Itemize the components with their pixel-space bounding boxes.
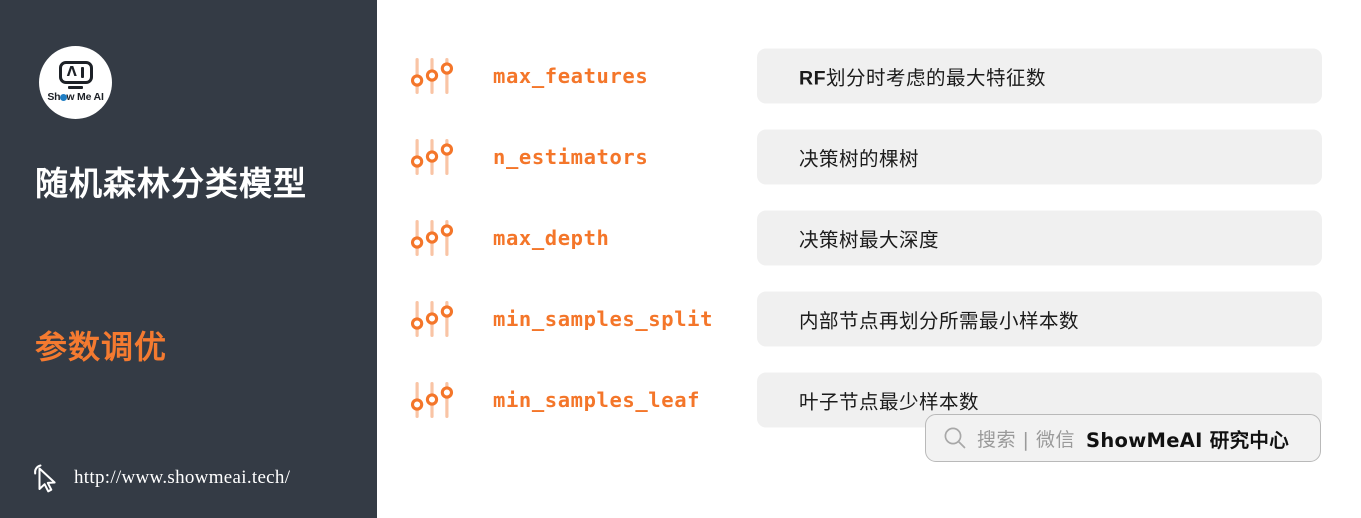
search-bar[interactable]: 搜索 | 微信 ShowMeAI 研究中心 <box>925 414 1321 462</box>
logo-brand-part2: w Me AI <box>66 91 104 104</box>
param-name: min_samples_split <box>493 307 714 331</box>
param-description-text: 决策树的棵树 <box>799 143 919 172</box>
robot-face-icon: Λ <box>58 60 93 84</box>
slide-root: Λ Sh w Me AI 随机森林分类模型 参数调优 http://www.sho… <box>0 0 1361 518</box>
sliders-icon <box>410 139 454 175</box>
logo-brand-part1: Sh <box>47 91 61 104</box>
footer: http://www.showmeai.tech/ <box>32 462 290 494</box>
sliders-icon <box>410 220 454 256</box>
logo-glyph-i <box>80 66 85 78</box>
param-description-text: 叶子节点最少样本数 <box>799 386 979 415</box>
param-description-rest: 决策树的棵树 <box>799 147 920 171</box>
param-description-rest: 叶子节点最少样本数 <box>799 390 980 414</box>
param-name: max_features <box>493 64 649 88</box>
param-description-panel: 决策树的棵树 <box>757 129 1322 185</box>
sidebar: Λ Sh w Me AI 随机森林分类模型 参数调优 http://www.sho… <box>0 0 377 518</box>
param-description-text: 决策树最大深度 <box>799 224 939 253</box>
param-description-latin: RF <box>799 67 826 90</box>
sliders-icon <box>410 58 454 94</box>
sliders-icon <box>410 301 454 337</box>
search-brand-text: ShowMeAI 研究中心 <box>1085 428 1289 452</box>
page-subtitle: 参数调优 <box>35 328 168 366</box>
search-placeholder-text: 搜索 | 微信 <box>977 428 1075 451</box>
param-description-panel: RF划分时考虑的最大特征数 <box>757 48 1322 104</box>
param-name: max_depth <box>493 226 610 250</box>
search-icon <box>944 427 966 449</box>
param-row: max_depth 决策树最大深度 <box>377 206 1361 270</box>
param-row: max_features RF划分时考虑的最大特征数 <box>377 44 1361 108</box>
footer-url[interactable]: http://www.showmeai.tech/ <box>74 467 290 489</box>
logo-glyph-a: Λ <box>66 64 77 80</box>
param-name: n_estimators <box>493 145 649 169</box>
param-description-panel: 决策树最大深度 <box>757 210 1322 266</box>
main-content: ShowMeAI max_features RF划分时考虑的最大特征数 n_es… <box>377 0 1361 518</box>
param-description-rest: 划分时考虑的最大特征数 <box>826 66 1047 90</box>
showmeai-logo: Λ Sh w Me AI <box>39 46 112 119</box>
sliders-icon <box>410 382 454 418</box>
param-name: min_samples_leaf <box>493 388 701 412</box>
param-description-rest: 内部节点再划分所需最小样本数 <box>799 309 1080 333</box>
param-description-text: RF划分时考虑的最大特征数 <box>799 62 1046 91</box>
page-title: 随机森林分类模型 <box>35 164 307 203</box>
param-description-rest: 决策树最大深度 <box>799 228 940 252</box>
param-row: min_samples_split 内部节点再划分所需最小样本数 <box>377 287 1361 351</box>
robot-neck-shape <box>68 86 83 90</box>
mouse-cursor-icon <box>34 464 56 493</box>
param-row: n_estimators 决策树的棵树 <box>377 125 1361 189</box>
param-description-text: 内部节点再划分所需最小样本数 <box>799 305 1079 334</box>
logo-brand-text: Sh w Me AI <box>47 91 104 104</box>
param-description-panel: 内部节点再划分所需最小样本数 <box>757 291 1322 347</box>
